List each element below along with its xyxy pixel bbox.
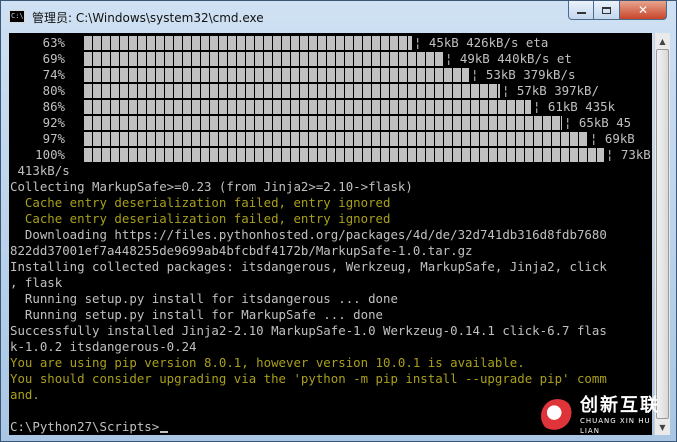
progress-bar	[84, 116, 562, 130]
progress-stats: ¦ 61kB 435k	[533, 99, 616, 114]
close-icon: ✕	[637, 3, 649, 17]
progress-bar	[84, 132, 588, 146]
title-bar[interactable]: C:\ 管理员: C:\Windows\system32\cmd.exe ✕	[1, 1, 676, 33]
progress-stats: ¦ 53kB 379kB/s	[471, 67, 576, 82]
console-line: , flask	[10, 275, 63, 290]
console-line: and.	[10, 387, 40, 402]
progress-bar	[84, 100, 531, 114]
text-cursor	[160, 431, 168, 433]
scroll-up-arrow-icon[interactable]: ▲	[655, 33, 670, 49]
console-line: Installing collected packages: itsdanger…	[10, 259, 607, 274]
maximize-button[interactable]	[594, 1, 620, 20]
cmd-icon[interactable]: C:\	[9, 10, 25, 23]
progress-percent: 100%	[35, 147, 65, 162]
console-line: 413kB/s	[10, 163, 70, 178]
progress-bar	[84, 68, 469, 82]
progress-percent: 97%	[42, 131, 65, 146]
console-line: Downloading https://files.pythonhosted.o…	[10, 227, 607, 242]
progress-stats: ¦ 69kB	[590, 131, 635, 146]
progress-percent: 74%	[42, 67, 65, 82]
progress-stats: ¦ 57kB 397kB/	[502, 83, 599, 98]
console-line: Running setup.py install for itsdangerou…	[10, 291, 398, 306]
minimize-icon	[576, 12, 586, 14]
progress-percent: 92%	[42, 115, 65, 130]
watermark-logo: 创新互联 CHUANG XIN HU LIAN	[541, 396, 671, 436]
console-line: k-1.0.2 itsdangerous-0.24	[10, 339, 197, 354]
watermark-main-text: 创新互联	[579, 395, 660, 416]
progress-percent: 63%	[42, 35, 65, 50]
console-line: You are using pip version 8.0.1, however…	[10, 355, 525, 370]
progress-stats: ¦ 65kB 45	[564, 115, 632, 130]
console-line: 822dd37001ef7a448255de9699ab4bfcbdf4172b…	[10, 243, 473, 258]
progress-stats: ¦ 49kB 440kB/s et	[445, 51, 572, 66]
vertical-scrollbar[interactable]: ▲ ▼	[654, 33, 670, 435]
console-line: Successfully installed Jinja2-2.10 Marku…	[10, 323, 607, 338]
progress-bar	[84, 36, 412, 50]
console-line: Cache entry deserialization failed, entr…	[10, 211, 391, 226]
console-line: Collecting MarkupSafe>=0.23 (from Jinja2…	[10, 179, 413, 194]
console-line: Running setup.py install for MarkupSafe …	[10, 307, 383, 322]
scroll-thumb[interactable]	[656, 49, 669, 419]
progress-percent: 86%	[42, 99, 65, 114]
brand-logo-icon	[541, 399, 574, 433]
console-output[interactable]: 63% ¦ 45kB 426kB/s eta 69% ¦ 49kB 440kB/s e…	[9, 33, 652, 435]
console-line: You should consider upgrading via the 'p…	[10, 371, 607, 386]
console-line: Cache entry deserialization failed, entr…	[10, 195, 391, 210]
console-line: C:\Python27\Scripts>	[10, 419, 160, 434]
progress-bar	[84, 52, 443, 66]
window-title: 管理员: C:\Windows\system32\cmd.exe	[32, 11, 264, 25]
close-button[interactable]: ✕	[620, 1, 667, 20]
minimize-button[interactable]	[568, 1, 594, 20]
cmd-window: C:\ 管理员: C:\Windows\system32\cmd.exe ✕ 6…	[0, 0, 677, 442]
watermark-sub-text: CHUANG XIN HU LIAN	[579, 417, 651, 435]
progress-bar	[84, 84, 500, 98]
progress-percent: 80%	[42, 83, 65, 98]
progress-stats: ¦ 45kB 426kB/s eta	[414, 35, 549, 50]
progress-bar	[84, 148, 604, 162]
maximize-icon	[602, 6, 611, 14]
progress-stats: ¦ 73kB	[606, 147, 651, 162]
progress-percent: 69%	[42, 51, 65, 66]
